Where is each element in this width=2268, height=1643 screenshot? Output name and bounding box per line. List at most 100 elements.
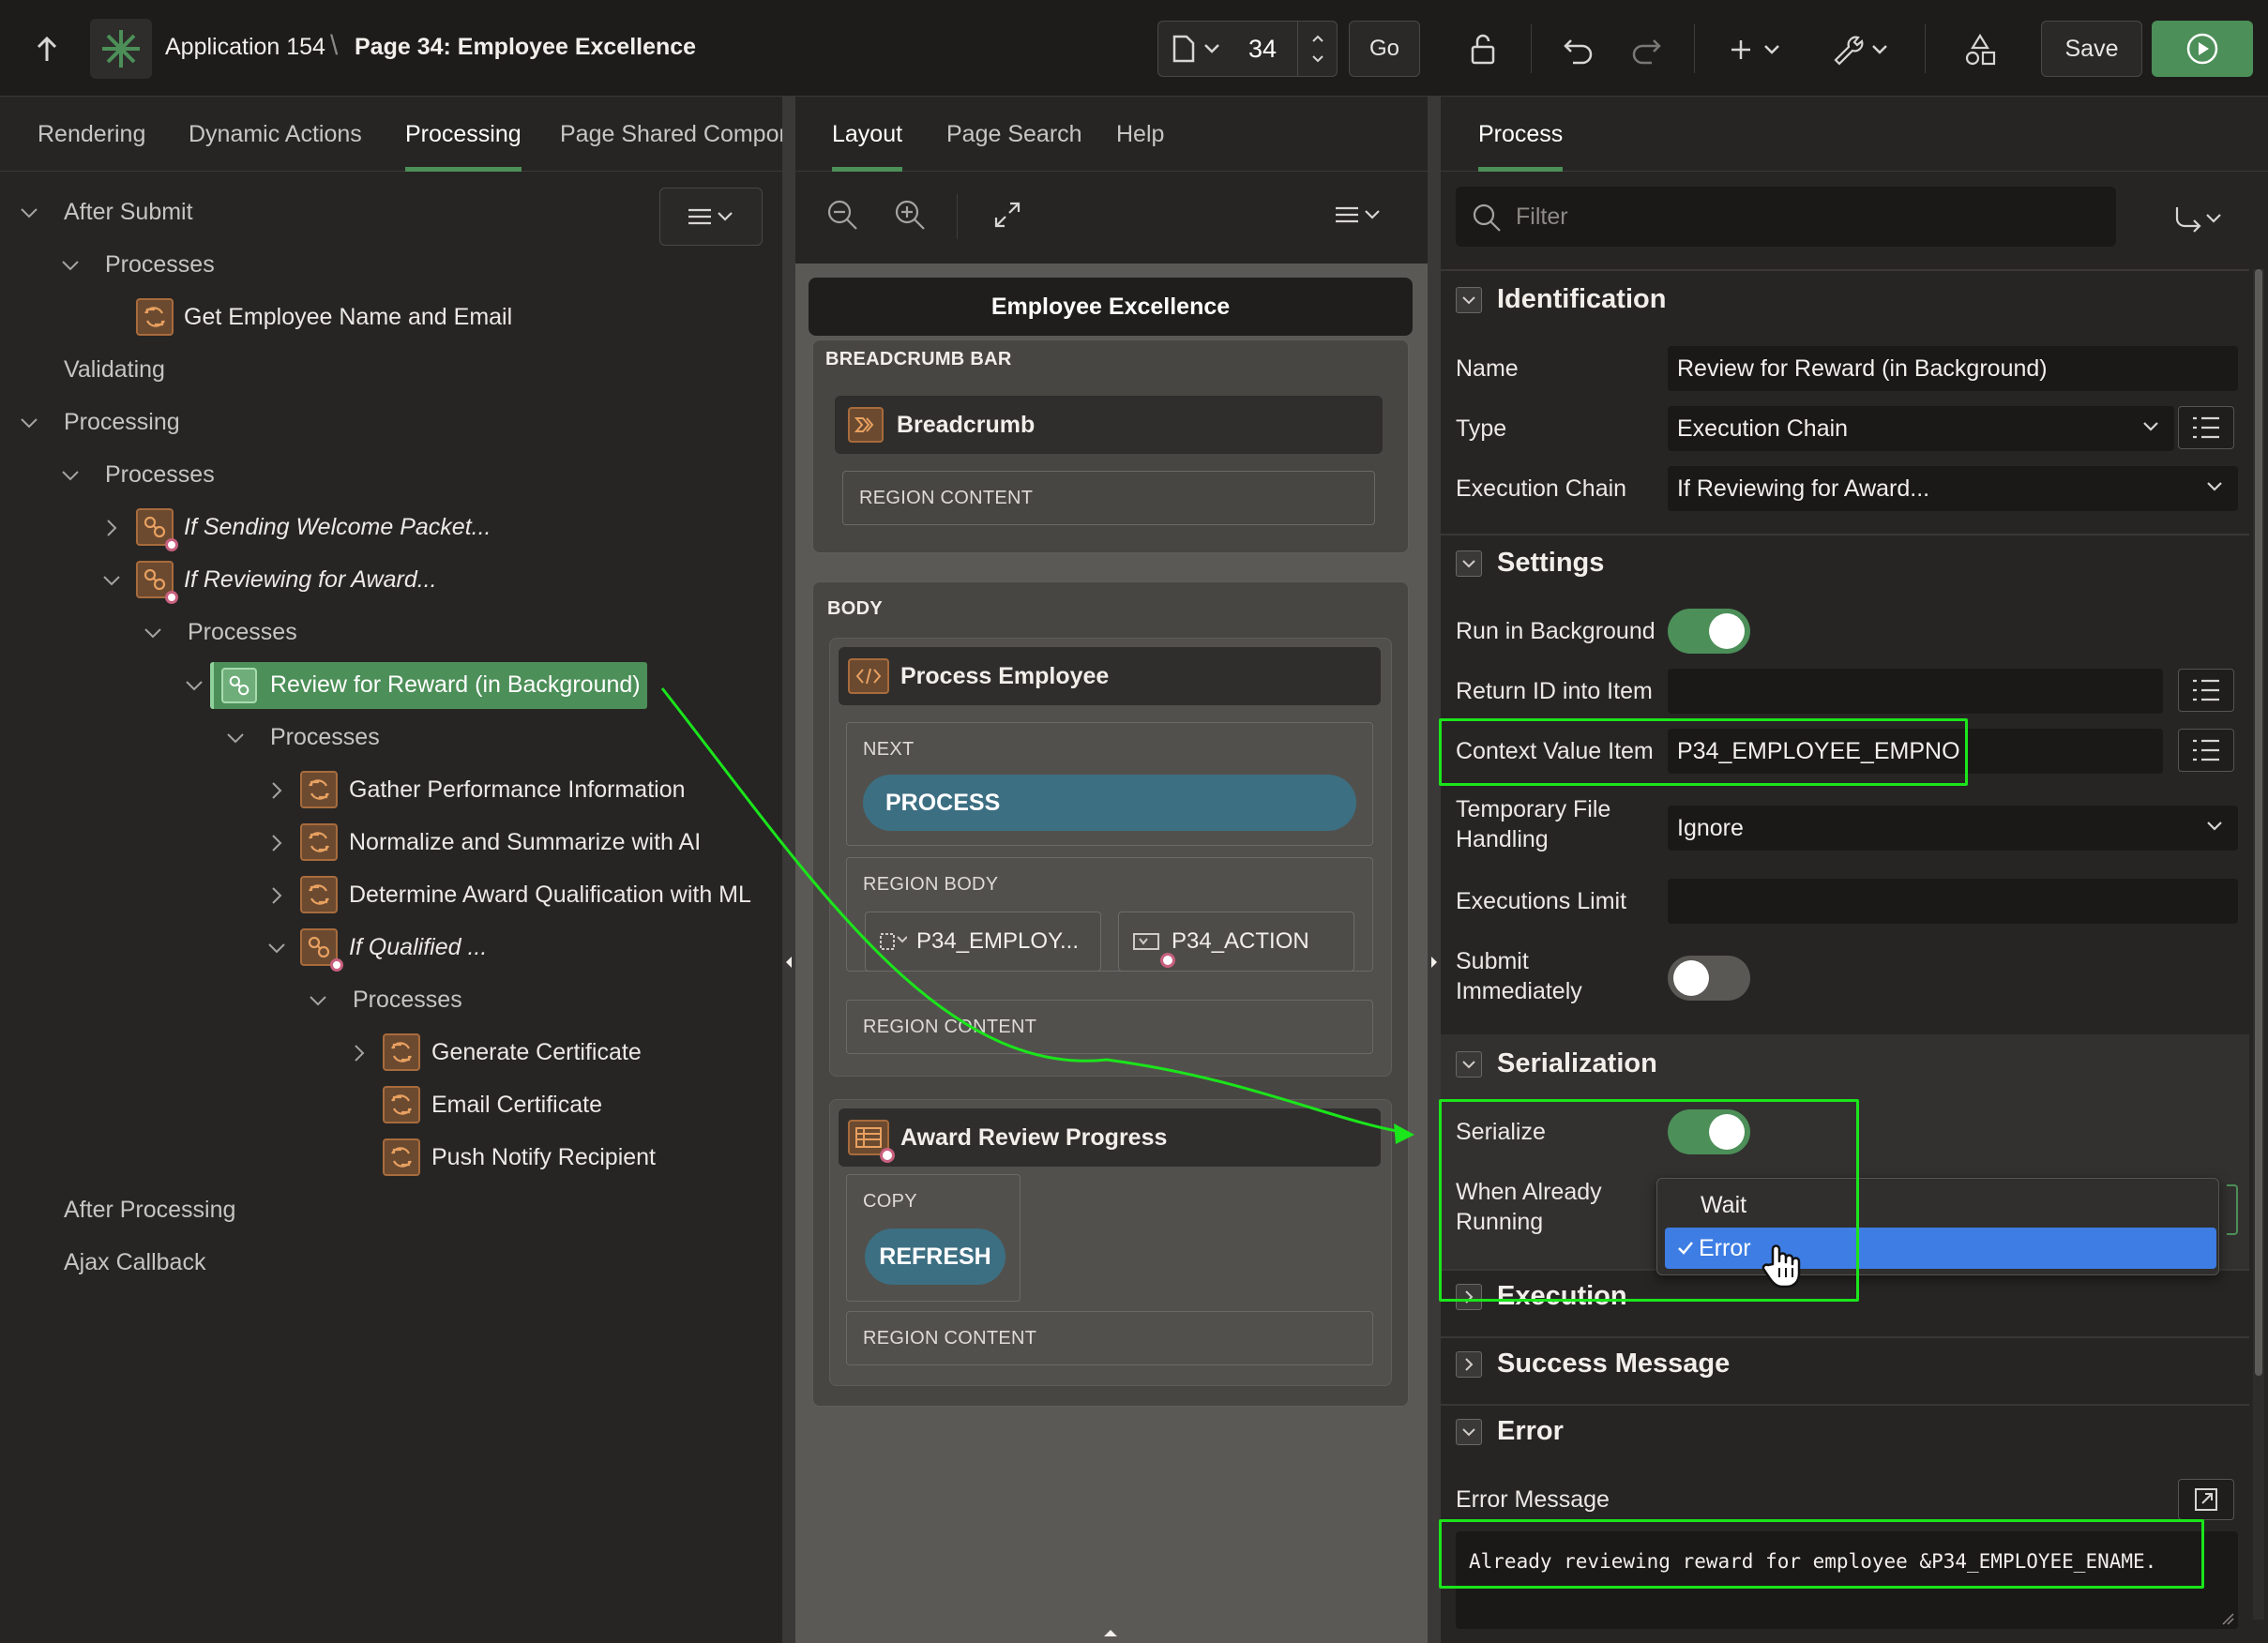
tab-rendering[interactable]: Rendering xyxy=(38,97,145,172)
tree-ajax-callback[interactable]: Ajax Callback xyxy=(64,1249,205,1276)
chevron-right-icon[interactable] xyxy=(101,518,122,538)
return-id-field[interactable] xyxy=(1668,669,2163,714)
redo-icon[interactable] xyxy=(1623,28,1670,71)
chevron-down-icon[interactable] xyxy=(19,203,39,223)
tree-if-reviewing[interactable]: If Reviewing for Award... xyxy=(184,566,437,594)
executions-limit-field[interactable] xyxy=(1668,879,2238,924)
page-selector[interactable]: 34 xyxy=(1157,21,1338,77)
collapse-icon[interactable] xyxy=(1456,1051,1482,1078)
page-item-action[interactable]: P34_ACTION xyxy=(1118,912,1354,972)
name-field[interactable]: Review for Reward (in Background) xyxy=(1668,346,2238,391)
execution-chain-select[interactable]: If Reviewing for Award... xyxy=(1668,466,2238,511)
lock-icon[interactable] xyxy=(1459,28,1506,71)
undo-icon[interactable] xyxy=(1555,28,1602,71)
chevron-right-icon[interactable] xyxy=(266,833,287,853)
go-button[interactable]: Go xyxy=(1349,21,1420,77)
tree-menu-button[interactable] xyxy=(659,188,763,246)
tree-validating[interactable]: Validating xyxy=(64,356,165,384)
tree-gather-performance[interactable]: Gather Performance Information xyxy=(349,776,686,804)
tab-process[interactable]: Process xyxy=(1478,97,1564,172)
collapse-icon[interactable] xyxy=(1456,287,1482,313)
chevron-right-icon[interactable] xyxy=(266,885,287,906)
scrollbar-thumb[interactable] xyxy=(2255,269,2262,1376)
chevron-down-icon[interactable] xyxy=(184,675,204,696)
chevron-down-icon[interactable] xyxy=(60,255,81,276)
tree-determine-award[interactable]: Determine Award Qualification with ML xyxy=(349,882,751,909)
go-to-group-icon[interactable] xyxy=(2167,200,2232,237)
filter-input[interactable]: Filter xyxy=(1456,187,2116,247)
tab-help[interactable]: Help xyxy=(1116,97,1164,172)
chevron-down-icon[interactable] xyxy=(308,990,328,1011)
resize-handle-icon[interactable] xyxy=(2221,1612,2234,1625)
shared-components-icon[interactable] xyxy=(1957,28,2003,71)
award-review-header[interactable]: Award Review Progress xyxy=(839,1108,1381,1167)
create-menu-icon[interactable] xyxy=(1728,28,1788,71)
tree-get-employee[interactable]: Get Employee Name and Email xyxy=(184,304,512,331)
tab-page-search[interactable]: Page Search xyxy=(946,97,1082,172)
tree-processes[interactable]: Processes xyxy=(105,461,215,489)
type-list-icon[interactable] xyxy=(2178,406,2234,449)
collapse-icon[interactable] xyxy=(1456,550,1482,577)
expand-icon[interactable] xyxy=(1456,1351,1482,1378)
chevron-down-icon[interactable] xyxy=(143,623,163,643)
run-page-button[interactable] xyxy=(2152,21,2253,77)
layout-page-name[interactable]: Employee Excellence xyxy=(809,278,1413,336)
chevron-down-icon[interactable] xyxy=(60,465,81,486)
process-employee-header[interactable]: Process Employee xyxy=(839,647,1381,705)
section-settings[interactable]: Settings xyxy=(1497,548,1604,579)
layout-menu-icon[interactable] xyxy=(1328,196,1388,234)
right-splitter[interactable] xyxy=(1428,97,1441,1643)
tree-if-sending[interactable]: If Sending Welcome Packet... xyxy=(184,514,491,541)
process-button[interactable]: PROCESS xyxy=(863,775,1356,831)
tree-if-qualified[interactable]: If Qualified ... xyxy=(349,934,487,961)
tree-after-submit[interactable]: After Submit xyxy=(64,199,193,226)
page-stepper[interactable] xyxy=(1297,22,1337,76)
tree-push-notify[interactable]: Push Notify Recipient xyxy=(431,1144,656,1171)
scroll-up-marker-icon[interactable] xyxy=(1103,1628,1118,1637)
return-id-list-icon[interactable] xyxy=(2178,669,2234,712)
scrollbar[interactable] xyxy=(2253,269,2264,1620)
left-splitter[interactable] xyxy=(782,97,795,1643)
chevron-right-icon[interactable] xyxy=(349,1043,370,1063)
zoom-out-icon[interactable] xyxy=(824,196,861,234)
run-in-background-toggle[interactable] xyxy=(1668,609,1750,654)
app-title[interactable]: Application 154 xyxy=(165,34,325,61)
tree-processes[interactable]: Processes xyxy=(105,251,215,279)
tree-processing[interactable]: Processing xyxy=(64,409,180,436)
breadcrumb-region-header[interactable]: Breadcrumb xyxy=(835,396,1383,454)
tab-processing[interactable]: Processing xyxy=(405,97,522,172)
collapse-icon[interactable] xyxy=(1456,1419,1482,1445)
page-item-empno[interactable]: P34_EMPLOY... xyxy=(865,912,1101,972)
refresh-button[interactable]: REFRESH xyxy=(865,1228,1005,1285)
section-error[interactable]: Error xyxy=(1497,1416,1564,1447)
temp-file-select[interactable]: Ignore xyxy=(1668,806,2238,851)
chevron-right-icon[interactable] xyxy=(266,780,287,801)
context-value-list-icon[interactable] xyxy=(2178,729,2234,772)
tree-processes[interactable]: Processes xyxy=(270,724,380,751)
zoom-in-icon[interactable] xyxy=(891,196,929,234)
page-number-input[interactable]: 34 xyxy=(1248,35,1277,64)
utilities-wrench-icon[interactable] xyxy=(1829,28,1897,71)
section-success-message[interactable]: Success Message xyxy=(1497,1349,1730,1379)
tree-selected-row[interactable]: Review for Reward (in Background) xyxy=(210,662,647,709)
tree-after-processing[interactable]: After Processing xyxy=(64,1197,235,1224)
tree-processes[interactable]: Processes xyxy=(353,987,462,1014)
expand-icon[interactable] xyxy=(989,196,1026,234)
tab-dynamic-actions[interactable]: Dynamic Actions xyxy=(189,97,362,172)
up-arrow-icon[interactable] xyxy=(28,30,66,68)
open-editor-icon[interactable] xyxy=(2178,1479,2234,1520)
tree-normalize[interactable]: Normalize and Summarize with AI xyxy=(349,829,701,856)
tree-processes[interactable]: Processes xyxy=(188,619,297,646)
chevron-down-icon[interactable] xyxy=(19,413,39,433)
chevron-down-icon[interactable] xyxy=(101,570,122,591)
save-button[interactable]: Save xyxy=(2041,21,2142,77)
chevron-down-icon[interactable] xyxy=(225,728,246,748)
tree-email-certificate[interactable]: Email Certificate xyxy=(431,1092,602,1119)
tab-layout[interactable]: Layout xyxy=(832,97,903,172)
section-identification[interactable]: Identification xyxy=(1497,284,1666,315)
type-select[interactable]: Execution Chain xyxy=(1668,406,2174,451)
section-serialization[interactable]: Serialization xyxy=(1497,1048,1657,1079)
apex-logo-icon[interactable] xyxy=(90,19,152,79)
tab-page-shared-components[interactable]: Page Shared Compon xyxy=(560,97,782,172)
chevron-down-icon[interactable] xyxy=(266,938,287,958)
